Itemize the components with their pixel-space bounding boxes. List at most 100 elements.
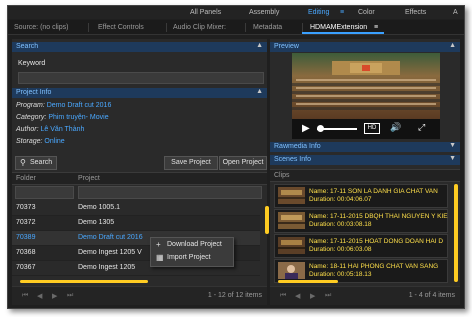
clip-duration: Duration: 00:04:06.07	[309, 196, 372, 203]
cell-project: Demo 1305	[78, 219, 115, 226]
context-menu-download[interactable]: + Download Project	[151, 239, 233, 251]
scenes-title: Scenes Info	[274, 156, 311, 163]
table-row[interactable]: 70373 Demo 1005.1	[12, 201, 260, 216]
keyword-input[interactable]	[18, 72, 264, 84]
project-filter-input[interactable]	[78, 186, 262, 199]
cell-project: Demo Draft cut 2016	[78, 234, 143, 241]
tab-effect-controls[interactable]: Effect Controls	[98, 24, 144, 31]
clip-duration: Duration: 00:03:08.18	[309, 221, 372, 228]
table-horizontal-scrollbar[interactable]	[20, 280, 148, 283]
last-page-icon[interactable]: ⏭	[325, 292, 331, 300]
player-controls: ▶ HD 🔊 ⤢	[292, 119, 440, 139]
last-page-icon[interactable]: ⏭	[67, 292, 73, 300]
video-player[interactable]: ▶ HD 🔊 ⤢	[292, 53, 440, 139]
search-button[interactable]: ⚲ Search	[15, 156, 57, 170]
clip-item[interactable]: Name: 17-11-2015 HOAT DONG DOAN HAI D Du…	[274, 234, 448, 258]
clips-vertical-scrollbar[interactable]	[454, 184, 458, 282]
tab-divider	[166, 23, 167, 32]
clips-pager: ⏮ ◀ ▶ ⏭ 1 - 4 of 4 items	[270, 286, 460, 305]
hd-toggle[interactable]: HD	[364, 123, 380, 134]
column-project[interactable]: Project	[78, 175, 100, 182]
cell-project: Demo Ingest 1205 V	[78, 249, 142, 256]
tab-divider	[88, 23, 89, 32]
workspace-assembly[interactable]: Assembly	[249, 9, 279, 16]
clips-header-label: Clips	[274, 172, 290, 179]
cell-folder: 70368	[16, 249, 36, 256]
search-section-header[interactable]: Search ▲	[12, 42, 267, 52]
workspace-all-panels[interactable]: All Panels	[190, 9, 221, 16]
first-page-icon[interactable]: ⏮	[22, 292, 28, 300]
next-page-icon[interactable]: ▶	[52, 292, 57, 300]
clip-name: Name: 17-11-2015 HOAT DONG DOAN HAI D	[309, 238, 444, 245]
storage-label: Storage:	[16, 138, 43, 145]
author-line: Author: Lê Văn Thành	[16, 126, 84, 133]
workspace-editing[interactable]: Editing	[308, 9, 329, 16]
context-menu-import[interactable]: ▦ Import Project	[151, 252, 233, 264]
grid-icon: ▦	[156, 253, 164, 262]
first-page-icon[interactable]: ⏮	[280, 292, 286, 300]
open-project-button[interactable]: Open Project	[219, 156, 267, 170]
cell-project: Demo 1005.1	[78, 204, 121, 211]
clip-item[interactable]: Name: 17-11-2015 DBQH THAI NGUYEN Y KIE …	[274, 209, 448, 233]
fullscreen-icon[interactable]: ⤢	[418, 122, 425, 133]
program-line: Program: Demo Draft cut 2016	[16, 102, 111, 109]
collapse-icon[interactable]: ▲	[449, 42, 456, 49]
cell-project: Demo Ingest 1205	[78, 264, 136, 271]
clip-thumbnail	[278, 262, 305, 279]
workspace-bar: All Panels Assembly Editing ≡ Color Effe…	[8, 6, 464, 19]
keyword-label: Keyword	[18, 60, 46, 67]
collapse-icon[interactable]: ▲	[256, 42, 263, 49]
rawmedia-title: Rawmedia Info	[274, 143, 321, 150]
tab-source[interactable]: Source: (no clips)	[14, 24, 68, 31]
clip-item[interactable]: Name: 17-11 SON LA DANH GIA CHAT VAN Dur…	[274, 184, 448, 208]
preview-section-header[interactable]: Preview ▲	[270, 42, 460, 52]
tab-audio-clip-mixer[interactable]: Audio Clip Mixer:	[173, 24, 226, 31]
page-count: 1 - 12 of 12 items	[207, 292, 262, 299]
download-project-label: Download Project	[167, 241, 222, 248]
seek-handle[interactable]	[317, 125, 324, 132]
context-menu: + Download Project ▦ Import Project	[150, 237, 234, 267]
project-info-title: Project Info	[16, 89, 52, 96]
panel-tab-bar: Source: (no clips) Effect Controls Audio…	[8, 20, 464, 35]
preview-title: Preview	[274, 43, 299, 50]
category-value: Phim truyện- Movie	[48, 114, 109, 121]
tab-hdmam-extension[interactable]: HDMAMExtension	[310, 24, 367, 31]
assembly-hall-image	[292, 53, 440, 119]
premiere-window: All Panels Assembly Editing ≡ Color Effe…	[7, 5, 465, 309]
import-project-label: Import Project	[167, 254, 211, 261]
workspace-effects[interactable]: Effects	[405, 9, 426, 16]
tab-menu-icon[interactable]: ≡	[374, 24, 378, 31]
folder-filter-input[interactable]	[15, 186, 74, 199]
workspace-menu-icon[interactable]: ≡	[340, 9, 344, 16]
clips-header: Clips	[270, 169, 460, 182]
clips-horizontal-scrollbar[interactable]	[278, 280, 338, 283]
clips-count: 1 - 4 of 4 items	[408, 292, 455, 299]
program-value: Demo Draft cut 2016	[46, 102, 112, 109]
media-panel: Preview ▲ ▶ HD 🔊 ⤢ Rawmedia Info ▼ Scene…	[270, 39, 460, 305]
table-header: Folder Project	[12, 172, 267, 185]
save-project-button[interactable]: Save Project	[164, 156, 218, 170]
play-icon[interactable]: ▶	[302, 123, 310, 134]
expand-icon[interactable]: ▼	[449, 142, 456, 149]
prev-page-icon[interactable]: ◀	[295, 292, 300, 300]
storage-value: Online	[44, 138, 65, 145]
table-vertical-scrollbar[interactable]	[265, 206, 269, 234]
program-label: Program:	[16, 102, 45, 109]
project-info-section-header[interactable]: Project Info ▲	[12, 88, 267, 98]
search-icon: ⚲	[20, 158, 26, 167]
tab-divider	[302, 23, 303, 32]
next-page-icon[interactable]: ▶	[310, 292, 315, 300]
prev-page-icon[interactable]: ◀	[37, 292, 42, 300]
rawmedia-section-header[interactable]: Rawmedia Info ▼	[270, 142, 460, 152]
workspace-more[interactable]: A	[453, 9, 458, 16]
plus-icon: +	[156, 240, 161, 249]
cell-folder: 70389	[16, 234, 36, 241]
workspace-color[interactable]: Color	[358, 9, 375, 16]
volume-icon[interactable]: 🔊	[390, 122, 401, 133]
scenes-section-header[interactable]: Scenes Info ▼	[270, 155, 460, 165]
column-folder[interactable]: Folder	[16, 175, 36, 182]
expand-icon[interactable]: ▼	[449, 155, 456, 162]
table-row[interactable]: 70372 Demo 1305	[12, 216, 260, 231]
tab-metadata[interactable]: Metadata	[253, 24, 282, 31]
collapse-icon[interactable]: ▲	[256, 88, 263, 95]
